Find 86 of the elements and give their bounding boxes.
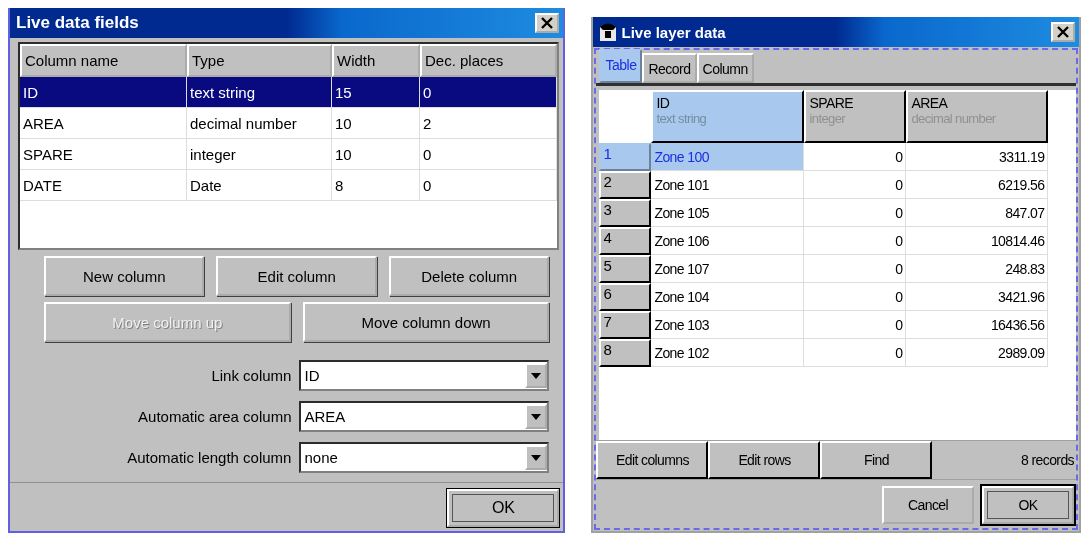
table-cell[interactable]: 10	[332, 108, 420, 139]
table-cell[interactable]: 0	[804, 227, 907, 255]
caret-icon	[531, 413, 542, 420]
dropdown-field[interactable]: AREA	[299, 401, 550, 432]
caret-icon	[531, 372, 542, 379]
close-button[interactable]	[535, 13, 560, 33]
table-cell[interactable]: Zone 106	[651, 227, 805, 255]
dialog-button[interactable]: Cancel	[882, 486, 974, 524]
close-icon	[540, 17, 555, 29]
table-cell[interactable]: Zone 105	[651, 199, 805, 227]
table-cell[interactable]: integer	[187, 139, 332, 170]
column-header[interactable]: Type	[187, 44, 332, 77]
tab[interactable]: Record	[642, 53, 697, 83]
dropdown-button[interactable]	[525, 445, 548, 470]
caret-icon	[531, 454, 542, 461]
field-label: Automatic length column	[126, 449, 292, 466]
field-label: Link column	[210, 367, 292, 384]
window-title: Live layer data	[621, 23, 726, 41]
table-cell[interactable]: Zone 103	[651, 311, 805, 339]
dropdown-field[interactable]: none	[299, 442, 550, 473]
table-cell[interactable]: Zone 101	[651, 171, 805, 199]
tab[interactable]: Column	[696, 53, 754, 83]
table-cell[interactable]: 6219.56	[906, 171, 1049, 199]
table-cell[interactable]: 16436.56	[906, 311, 1049, 339]
table-cell[interactable]: decimal number	[187, 108, 332, 139]
dropdown-field[interactable]: ID	[299, 360, 550, 391]
table-cell[interactable]: 8	[332, 170, 420, 201]
dialog-button[interactable]: OK	[982, 486, 1074, 524]
table-cell[interactable]: 0	[420, 170, 558, 201]
action-button[interactable]: Find	[820, 441, 933, 479]
table-cell[interactable]: 0	[420, 139, 558, 170]
row-header[interactable]: 2	[599, 171, 652, 199]
table-cell[interactable]: Zone 107	[651, 255, 805, 283]
action-button[interactable]: New column	[44, 256, 205, 296]
row-header[interactable]: 6	[599, 283, 652, 311]
table-cell[interactable]: 0	[420, 77, 558, 108]
action-button[interactable]: Edit columns	[596, 441, 709, 479]
record-count: 8 records	[1020, 452, 1075, 468]
table-cell[interactable]: SPARE	[20, 139, 187, 170]
action-button[interactable]: Delete column	[388, 256, 550, 296]
table-cell[interactable]: 0	[804, 199, 907, 227]
table-cell[interactable]: DATE	[20, 170, 187, 201]
table-cell[interactable]: Zone 104	[651, 283, 805, 311]
table-cell[interactable]: 0	[804, 255, 907, 283]
table-cell[interactable]: Zone 102	[651, 339, 805, 367]
table-cell[interactable]: 0	[804, 339, 907, 367]
table-cell[interactable]: 15	[332, 77, 420, 108]
row-header[interactable]: 7	[599, 311, 652, 339]
row-header[interactable]: 4	[599, 227, 652, 255]
action-button[interactable]: Move column down	[302, 302, 550, 342]
tab[interactable]: Table	[599, 49, 643, 83]
table-cell[interactable]: 0	[804, 311, 907, 339]
column-header[interactable]: Width	[332, 44, 420, 77]
ok-button[interactable]: OK	[447, 489, 560, 527]
table-cell[interactable]: Date	[187, 170, 332, 201]
table-cell[interactable]: ID	[20, 77, 187, 108]
table-cell[interactable]: 2	[420, 108, 558, 139]
table-cell[interactable]: 0	[804, 143, 907, 171]
row-header[interactable]: 3	[599, 199, 652, 227]
dropdown-button[interactable]	[525, 404, 548, 429]
column-header[interactable]: ID text string	[651, 90, 805, 143]
table-cell[interactable]: 10814.46	[906, 227, 1049, 255]
table-cell[interactable]: 10	[332, 139, 420, 170]
dropdown-button[interactable]	[525, 363, 548, 388]
column-header[interactable]: Column name	[20, 44, 187, 77]
table-cell[interactable]: 248.83	[906, 255, 1049, 283]
table-cell[interactable]: Zone 100	[651, 143, 805, 171]
action-button[interactable]: Edit column	[216, 256, 377, 296]
table-cell[interactable]: 3421.96	[906, 283, 1049, 311]
window-title: Live data fields	[16, 13, 139, 33]
app-icon	[599, 22, 618, 42]
table-cell[interactable]: AREA	[20, 108, 187, 139]
close-button[interactable]	[1051, 22, 1075, 42]
table-cell[interactable]: 0	[804, 171, 907, 199]
row-header[interactable]: 1	[599, 143, 652, 171]
row-header[interactable]: 5	[599, 255, 652, 283]
table-cell[interactable]: text string	[187, 77, 332, 108]
action-button[interactable]: Edit rows	[708, 441, 821, 479]
table-cell[interactable]: 847.07	[906, 199, 1049, 227]
row-header[interactable]: 8	[599, 339, 652, 367]
field-label: Automatic area column	[137, 408, 292, 425]
table-cell[interactable]: 3311.19	[906, 143, 1049, 171]
column-header[interactable]: Dec. places	[420, 44, 558, 77]
close-icon	[1056, 26, 1070, 38]
table-cell[interactable]: 2989.09	[906, 339, 1049, 367]
table-cell[interactable]: 0	[804, 283, 907, 311]
